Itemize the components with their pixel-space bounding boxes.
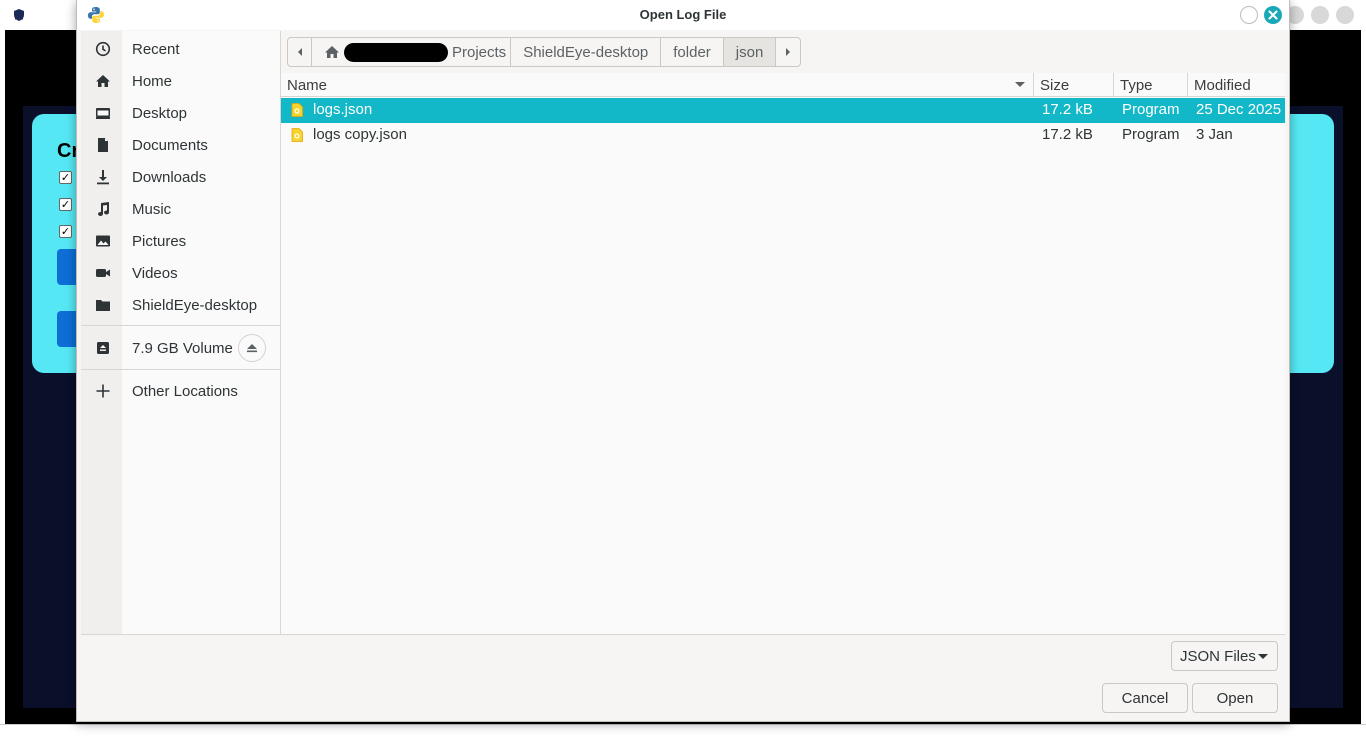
path-scroll-right-button[interactable]: [776, 38, 800, 66]
plus-icon: [95, 383, 111, 399]
sidebar-item-label: Recent: [132, 40, 180, 58]
sidebar-item-label: Other Locations: [132, 382, 238, 400]
open-file-dialog: Open Log File Recent Home Desktop Docume…: [76, 0, 1290, 722]
open-button[interactable]: Open: [1192, 683, 1278, 713]
file-modified: 25 Dec 2025: [1196, 101, 1282, 118]
places-sidebar: Recent Home Desktop Documents Downloads: [81, 31, 281, 634]
picture-icon: [95, 233, 111, 249]
file-type: Program: [1122, 126, 1180, 143]
chevron-down-icon: [1258, 654, 1268, 659]
home-icon: [95, 73, 111, 89]
sidebar-separator: [81, 325, 280, 326]
file-filter-dropdown[interactable]: JSON Files: [1171, 641, 1278, 671]
video-camera-icon: [95, 265, 111, 281]
path-segment-label: Projects: [452, 43, 507, 61]
clock-icon: [95, 41, 111, 57]
dialog-close-button[interactable]: [1264, 6, 1282, 24]
file-filter-label: JSON Files: [1180, 647, 1256, 665]
column-header-name[interactable]: Name: [281, 73, 1033, 97]
sidebar-item-shieldeye-desktop[interactable]: ShieldEye-desktop: [81, 289, 280, 321]
path-bar: Projects ShieldEye-desktop folder json: [287, 37, 802, 67]
sort-descending-icon: [1015, 82, 1025, 87]
sidebar-item-label: ShieldEye-desktop: [132, 296, 258, 314]
background-checkbox[interactable]: ✓: [59, 198, 72, 211]
sidebar-item-pictures[interactable]: Pictures: [81, 225, 280, 257]
sidebar-item-label: Desktop: [132, 104, 188, 122]
maximize-button[interactable]: [1311, 6, 1329, 24]
dialog-header: Open Log File: [77, 0, 1289, 30]
sidebar-item-label: Pictures: [132, 232, 187, 250]
background-window-controls: [1286, 6, 1354, 24]
close-icon: [1268, 10, 1278, 20]
json-file-icon: [291, 128, 303, 142]
file-size: 17.2 kB: [1042, 126, 1093, 143]
sidebar-item-downloads[interactable]: Downloads: [81, 161, 280, 193]
sidebar-item-label: Home: [132, 72, 173, 90]
file-name: logs copy.json: [313, 126, 407, 143]
folder-icon: [95, 297, 111, 313]
path-segment[interactable]: folder: [661, 38, 724, 66]
path-segment-current[interactable]: json: [723, 38, 777, 66]
sidebar-item-other-locations[interactable]: Other Locations: [81, 375, 280, 407]
file-list: Name Size Type Modified logs.json 17.2 k…: [281, 73, 1285, 634]
shield-logo-icon: [14, 9, 24, 21]
sidebar-item-videos[interactable]: Videos: [81, 257, 280, 289]
path-segment-label: folder: [673, 43, 711, 61]
music-icon: [95, 201, 111, 217]
download-icon: [95, 169, 111, 185]
column-header-label: Name: [287, 76, 328, 94]
json-file-icon: [291, 103, 303, 117]
column-header-label: Type: [1120, 76, 1153, 94]
dialog-title: Open Log File: [639, 7, 727, 22]
path-segment[interactable]: ShieldEye-desktop: [511, 38, 662, 66]
file-list-header: Name Size Type Modified: [281, 73, 1285, 97]
sidebar-item-label: Documents: [132, 136, 208, 154]
sidebar-item-home[interactable]: Home: [81, 65, 280, 97]
file-row[interactable]: logs.json 17.2 kB Program 25 Dec 2025: [281, 98, 1285, 123]
sidebar-item-documents[interactable]: Documents: [81, 129, 280, 161]
column-header-label: Modified: [1194, 76, 1251, 94]
background-checkbox[interactable]: ✓: [59, 171, 72, 184]
close-button[interactable]: [1336, 6, 1354, 24]
sidebar-item-label: 7.9 GB Volume: [132, 339, 233, 357]
chevron-left-icon: [297, 48, 302, 56]
sidebar-item-label: Music: [132, 200, 172, 218]
sidebar-item-music[interactable]: Music: [81, 193, 280, 225]
eject-button[interactable]: [238, 334, 266, 362]
document-icon: [95, 137, 111, 153]
path-segment-label: ShieldEye-desktop: [523, 43, 649, 61]
file-row[interactable]: logs copy.json 17.2 kB Program 3 Jan: [281, 123, 1285, 148]
sidebar-item-recent[interactable]: Recent: [81, 33, 280, 65]
column-header-size[interactable]: Size: [1034, 73, 1113, 97]
footer-separator: [81, 634, 1285, 635]
column-header-type[interactable]: Type: [1114, 73, 1187, 97]
sidebar-item-volume[interactable]: 7.9 GB Volume: [81, 332, 280, 364]
desktop-icon: [95, 105, 111, 121]
background-statusbar: [0, 724, 1366, 739]
dialog-minimize-button[interactable]: [1240, 6, 1258, 24]
background-checkbox[interactable]: ✓: [59, 225, 72, 238]
column-header-modified[interactable]: Modified: [1188, 73, 1285, 97]
file-size: 17.2 kB: [1042, 101, 1093, 118]
chevron-right-icon: [786, 48, 791, 56]
column-header-label: Size: [1040, 76, 1070, 94]
file-modified: 3 Jan: [1196, 126, 1233, 143]
sidebar-item-desktop[interactable]: Desktop: [81, 97, 280, 129]
drive-icon: [95, 340, 111, 356]
eject-icon: [247, 344, 257, 353]
sidebar-separator: [81, 369, 280, 370]
sidebar-item-label: Downloads: [132, 168, 207, 186]
cancel-button[interactable]: Cancel: [1102, 683, 1188, 713]
path-segment-label: json: [735, 43, 764, 61]
path-segment-home[interactable]: Projects: [312, 38, 512, 66]
file-type: Program: [1122, 101, 1180, 118]
sidebar-item-label: Videos: [132, 264, 178, 282]
home-icon: [325, 46, 339, 58]
file-name: logs.json: [313, 101, 373, 118]
path-scroll-left-button[interactable]: [288, 38, 312, 66]
redacted-username: [344, 42, 448, 62]
